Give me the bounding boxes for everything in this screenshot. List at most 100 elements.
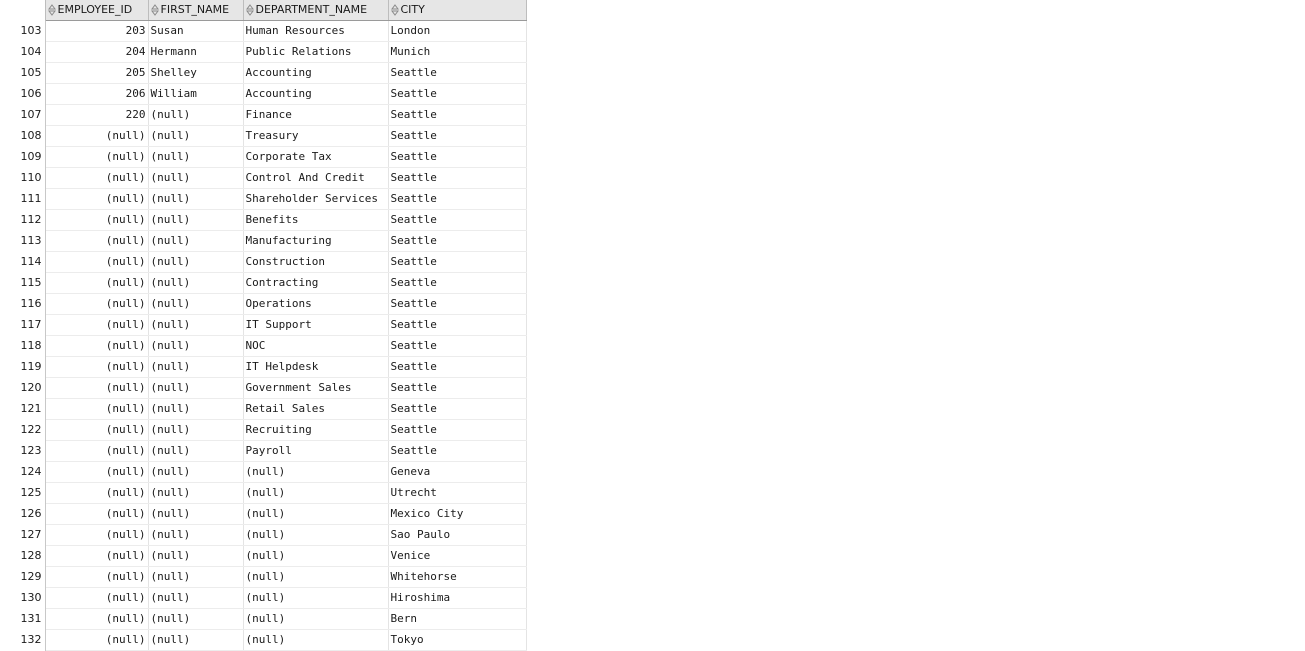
employee-id-cell[interactable]: (null)	[45, 440, 149, 462]
department-name-cell[interactable]: (null)	[243, 461, 389, 483]
city-cell[interactable]: Seattle	[388, 251, 527, 273]
city-cell[interactable]: Seattle	[388, 335, 527, 357]
department-name-cell[interactable]: IT Helpdesk	[243, 356, 389, 378]
table-row[interactable]: 121 (null) (null) Retail Sales Seattle	[0, 398, 527, 420]
first-name-cell[interactable]: (null)	[148, 104, 244, 126]
employee-id-cell[interactable]: (null)	[45, 167, 149, 189]
employee-id-cell[interactable]: 206	[45, 83, 149, 105]
department-name-cell[interactable]: Construction	[243, 251, 389, 273]
employee-id-cell[interactable]: (null)	[45, 608, 149, 630]
first-name-cell[interactable]: Hermann	[148, 41, 244, 63]
department-name-cell[interactable]: (null)	[243, 629, 389, 651]
table-row[interactable]: 123 (null) (null) Payroll Seattle	[0, 440, 527, 462]
department-name-cell[interactable]: Human Resources	[243, 20, 389, 42]
column-header-department-name[interactable]: DEPARTMENT_NAME	[243, 0, 389, 21]
department-name-cell[interactable]: (null)	[243, 587, 389, 609]
department-name-cell[interactable]: Shareholder Services	[243, 188, 389, 210]
employee-id-cell[interactable]: (null)	[45, 566, 149, 588]
table-row[interactable]: 129 (null) (null) (null) Whitehorse	[0, 566, 527, 588]
first-name-cell[interactable]: (null)	[148, 272, 244, 294]
first-name-cell[interactable]: (null)	[148, 419, 244, 441]
city-cell[interactable]: Seattle	[388, 419, 527, 441]
department-name-cell[interactable]: (null)	[243, 524, 389, 546]
employee-id-cell[interactable]: (null)	[45, 524, 149, 546]
department-name-cell[interactable]: Public Relations	[243, 41, 389, 63]
city-cell[interactable]: Seattle	[388, 62, 527, 84]
city-cell[interactable]: Seattle	[388, 398, 527, 420]
first-name-cell[interactable]: (null)	[148, 251, 244, 273]
employee-id-cell[interactable]: (null)	[45, 188, 149, 210]
first-name-cell[interactable]: (null)	[148, 566, 244, 588]
first-name-cell[interactable]: (null)	[148, 524, 244, 546]
department-name-cell[interactable]: Control And Credit	[243, 167, 389, 189]
city-cell[interactable]: Whitehorse	[388, 566, 527, 588]
first-name-cell[interactable]: William	[148, 83, 244, 105]
employee-id-cell[interactable]: (null)	[45, 545, 149, 567]
first-name-cell[interactable]: (null)	[148, 461, 244, 483]
table-row[interactable]: 120 (null) (null) Government Sales Seattle	[0, 377, 527, 399]
column-header-city[interactable]: CITY	[388, 0, 527, 21]
table-row[interactable]: 111 (null) (null) Shareholder Services Seatt…	[0, 188, 527, 210]
city-cell[interactable]: Geneva	[388, 461, 527, 483]
city-cell[interactable]: Seattle	[388, 293, 527, 315]
table-row[interactable]: 125 (null) (null) (null) Utrecht	[0, 482, 527, 504]
department-name-cell[interactable]: Accounting	[243, 62, 389, 84]
employee-id-cell[interactable]: (null)	[45, 377, 149, 399]
employee-id-cell[interactable]: (null)	[45, 587, 149, 609]
department-name-cell[interactable]: (null)	[243, 608, 389, 630]
department-name-cell[interactable]: Benefits	[243, 209, 389, 231]
first-name-cell[interactable]: Shelley	[148, 62, 244, 84]
table-row[interactable]: 105 205 Shelley Accounting Seattle	[0, 62, 527, 84]
department-name-cell[interactable]: Retail Sales	[243, 398, 389, 420]
employee-id-cell[interactable]: (null)	[45, 314, 149, 336]
employee-id-cell[interactable]: (null)	[45, 356, 149, 378]
department-name-cell[interactable]: (null)	[243, 503, 389, 525]
employee-id-cell[interactable]: (null)	[45, 209, 149, 231]
department-name-cell[interactable]: Treasury	[243, 125, 389, 147]
city-cell[interactable]: Sao Paulo	[388, 524, 527, 546]
department-name-cell[interactable]: Government Sales	[243, 377, 389, 399]
first-name-cell[interactable]: (null)	[148, 482, 244, 504]
table-row[interactable]: 119 (null) (null) IT Helpdesk Seattle	[0, 356, 527, 378]
department-name-cell[interactable]: Payroll	[243, 440, 389, 462]
city-cell[interactable]: Seattle	[388, 104, 527, 126]
table-row[interactable]: 113 (null) (null) Manufacturing Seattle	[0, 230, 527, 252]
city-cell[interactable]: Seattle	[388, 83, 527, 105]
table-row[interactable]: 131 (null) (null) (null) Bern	[0, 608, 527, 630]
employee-id-cell[interactable]: (null)	[45, 146, 149, 168]
table-row[interactable]: 107 220 (null) Finance Seattle	[0, 104, 527, 126]
department-name-cell[interactable]: Corporate Tax	[243, 146, 389, 168]
department-name-cell[interactable]: NOC	[243, 335, 389, 357]
table-row[interactable]: 122 (null) (null) Recruiting Seattle	[0, 419, 527, 441]
city-cell[interactable]: London	[388, 20, 527, 42]
city-cell[interactable]: Seattle	[388, 167, 527, 189]
employee-id-cell[interactable]: (null)	[45, 419, 149, 441]
first-name-cell[interactable]: (null)	[148, 377, 244, 399]
employee-id-cell[interactable]: (null)	[45, 629, 149, 651]
department-name-cell[interactable]: Finance	[243, 104, 389, 126]
city-cell[interactable]: Bern	[388, 608, 527, 630]
table-row[interactable]: 106 206 William Accounting Seattle	[0, 83, 527, 105]
city-cell[interactable]: Seattle	[388, 146, 527, 168]
department-name-cell[interactable]: Recruiting	[243, 419, 389, 441]
department-name-cell[interactable]: (null)	[243, 545, 389, 567]
first-name-cell[interactable]: (null)	[148, 398, 244, 420]
department-name-cell[interactable]: Accounting	[243, 83, 389, 105]
first-name-cell[interactable]: (null)	[148, 125, 244, 147]
first-name-cell[interactable]: (null)	[148, 545, 244, 567]
employee-id-cell[interactable]: 204	[45, 41, 149, 63]
table-row[interactable]: 103 203 Susan Human Resources London	[0, 20, 527, 42]
employee-id-cell[interactable]: (null)	[45, 398, 149, 420]
sort-arrows-icon[interactable]	[150, 4, 159, 16]
city-cell[interactable]: Seattle	[388, 125, 527, 147]
table-row[interactable]: 127 (null) (null) (null) Sao Paulo	[0, 524, 527, 546]
city-cell[interactable]: Seattle	[388, 440, 527, 462]
table-row[interactable]: 108 (null) (null) Treasury Seattle	[0, 125, 527, 147]
column-header-first-name[interactable]: FIRST_NAME	[148, 0, 244, 21]
table-row[interactable]: 118 (null) (null) NOC Seattle	[0, 335, 527, 357]
first-name-cell[interactable]: (null)	[148, 314, 244, 336]
sort-arrows-icon[interactable]	[245, 4, 254, 16]
table-row[interactable]: 115 (null) (null) Contracting Seattle	[0, 272, 527, 294]
employee-id-cell[interactable]: (null)	[45, 482, 149, 504]
first-name-cell[interactable]: (null)	[148, 167, 244, 189]
